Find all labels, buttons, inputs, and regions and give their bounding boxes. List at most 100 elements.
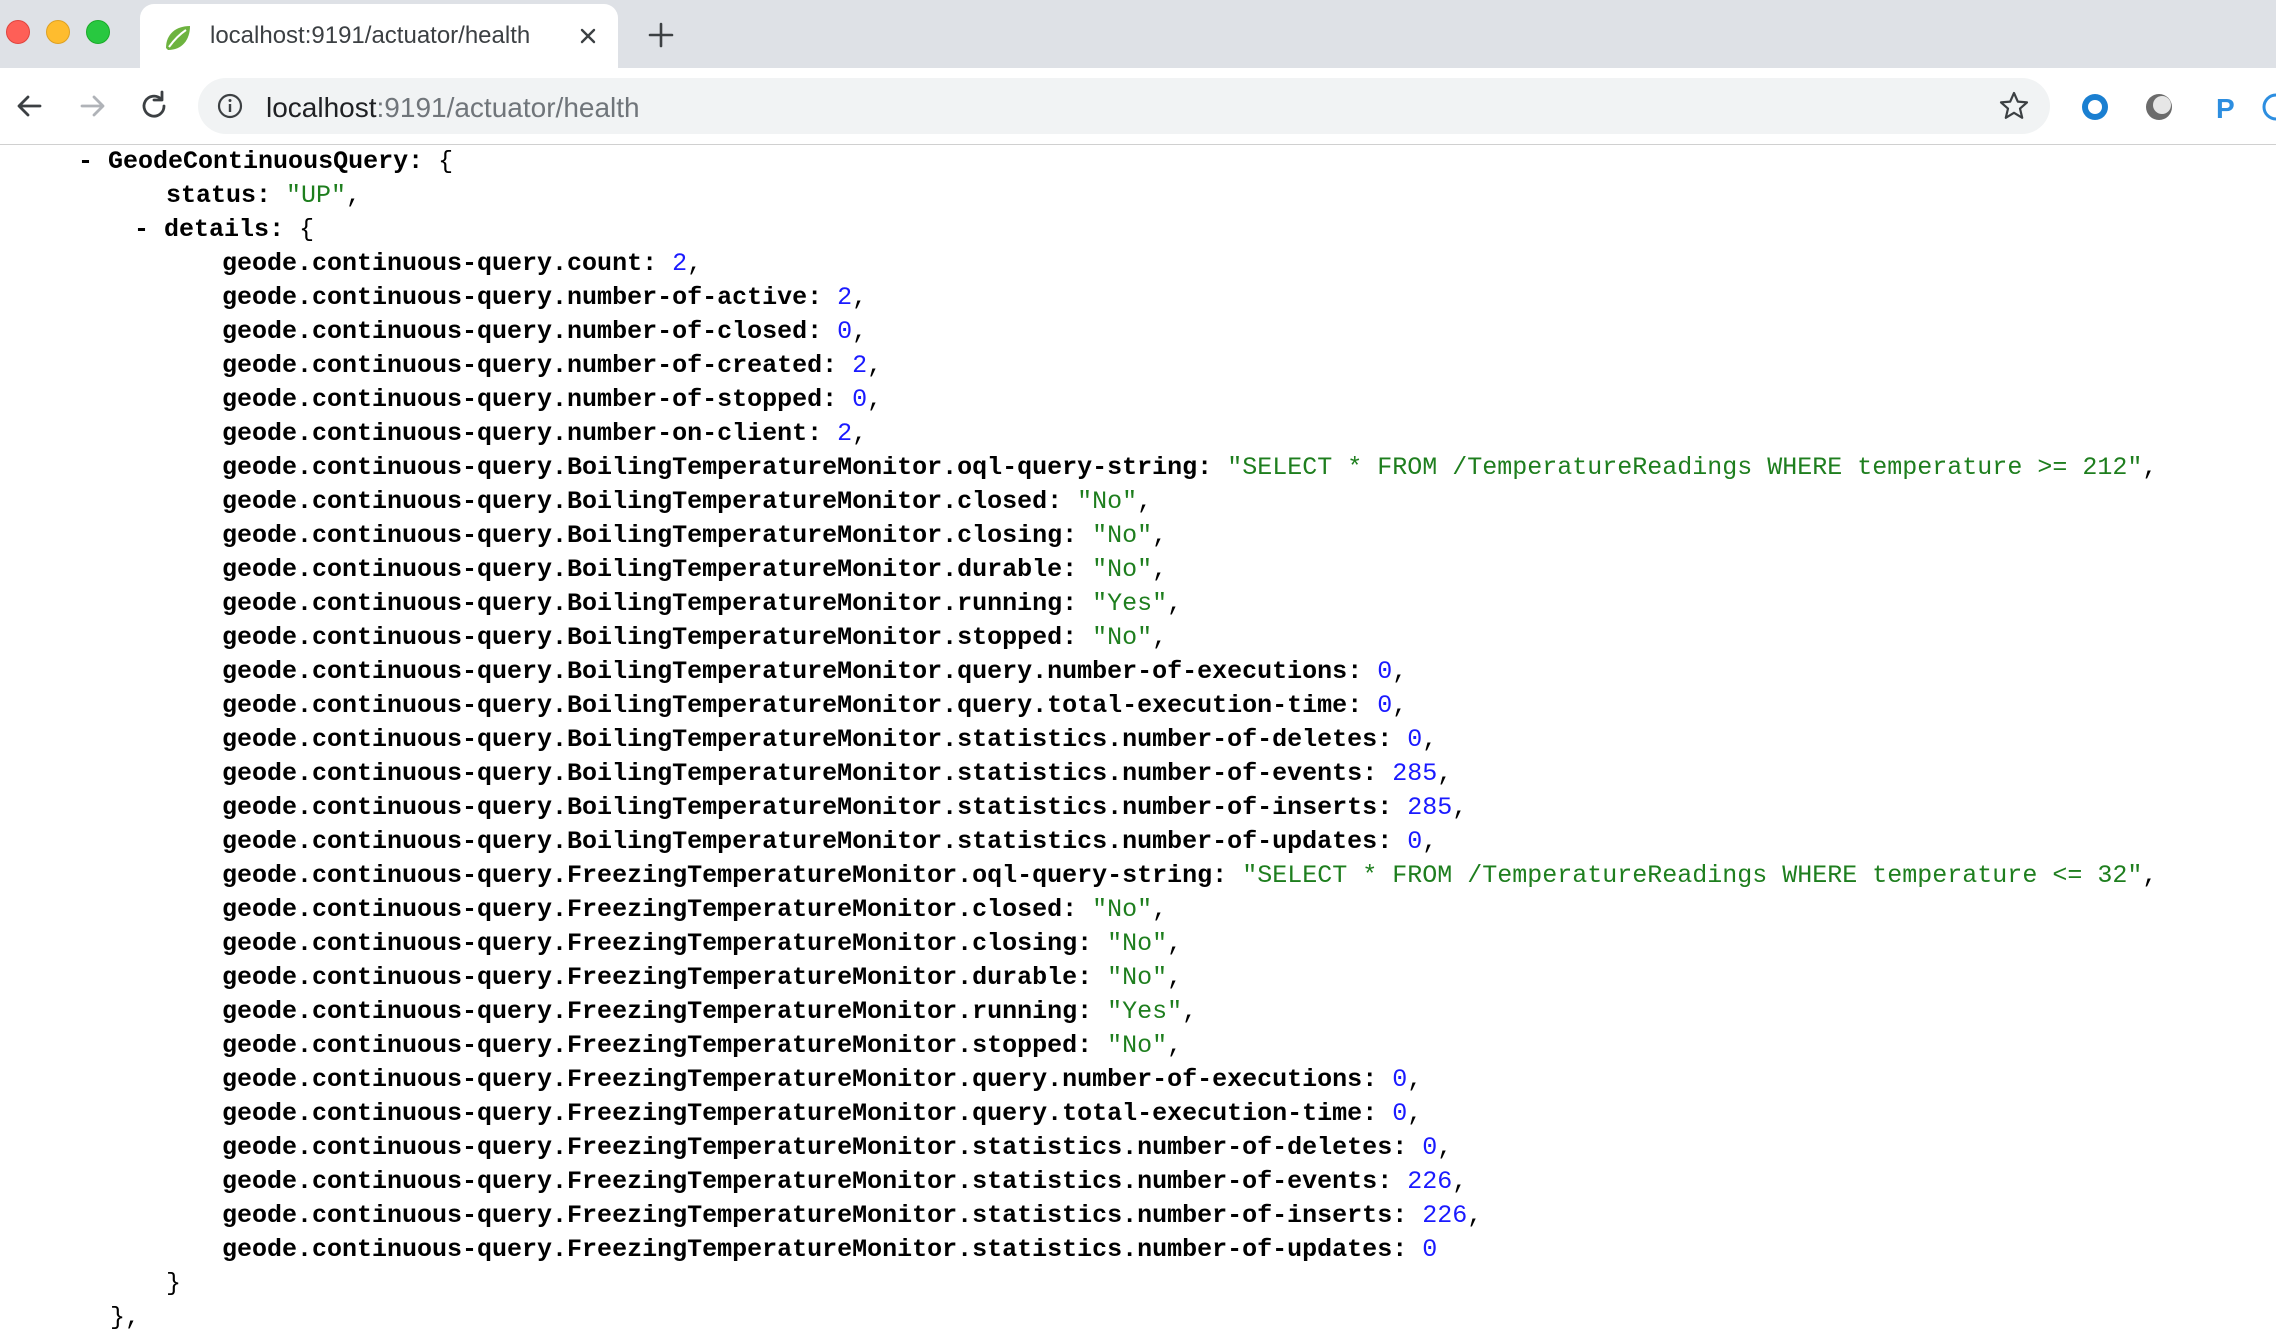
json-entry-key: geode.continuous-query.number-of-closed [222, 317, 808, 346]
json-close-node: }, [110, 1303, 141, 1332]
collapse-toggle[interactable]: - [134, 215, 149, 244]
json-entry-value: "SELECT * FROM /TemperatureReadings WHER… [1242, 861, 2143, 890]
json-entry: geode.continuous-query.FreezingTemperatu… [222, 895, 1168, 924]
json-entry-key: geode.continuous-query.FreezingTemperatu… [222, 1235, 1393, 1264]
partial-extension-icon[interactable] [2262, 90, 2276, 124]
json-entry-key: geode.continuous-query.BoilingTemperatur… [222, 521, 1063, 550]
json-entry-value: 2 [672, 249, 688, 278]
collapse-toggle[interactable]: - [78, 147, 93, 176]
json-entry-key: geode.continuous-query.BoilingTemperatur… [222, 827, 1378, 856]
json-entry-value: "No" [1092, 623, 1153, 652]
json-entry-value: 226 [1422, 1201, 1468, 1230]
json-entry: geode.continuous-query.FreezingTemperatu… [222, 1167, 1468, 1196]
json-entry: geode.continuous-query.FreezingTemperatu… [222, 1099, 1423, 1128]
json-node-key: GeodeContinuousQuery [108, 147, 409, 176]
json-entry-value: 0 [1377, 691, 1393, 720]
json-entry-value: "No" [1107, 1031, 1168, 1060]
json-entry: geode.continuous-query.BoilingTemperatur… [222, 793, 1468, 822]
json-entry-key: geode.continuous-query.count [222, 249, 643, 278]
json-entry: geode.continuous-query.BoilingTemperatur… [222, 725, 1438, 754]
json-entry-value: "No" [1107, 929, 1168, 958]
json-entry-key: geode.continuous-query.FreezingTemperatu… [222, 1167, 1378, 1196]
tab-title: localhost:9191/actuator/health [210, 22, 531, 49]
json-entry: geode.continuous-query.BoilingTemperatur… [222, 453, 2158, 482]
json-entry-value: 0 [852, 385, 868, 414]
json-entry: geode.continuous-query.number-on-client:… [222, 419, 868, 448]
json-entry-value: "No" [1092, 555, 1153, 584]
reload-icon[interactable] [136, 88, 172, 124]
json-entry-key: geode.continuous-query.FreezingTemperatu… [222, 895, 1063, 924]
json-entry-key: geode.continuous-query.BoilingTemperatur… [222, 725, 1378, 754]
json-entry: geode.continuous-query.BoilingTemperatur… [222, 487, 1153, 516]
tab-strip: localhost:9191/actuator/health [0, 0, 2276, 68]
json-entry-key: geode.continuous-query.BoilingTemperatur… [222, 657, 1348, 686]
json-entry: geode.continuous-query.FreezingTemperatu… [222, 1201, 1483, 1230]
spring-leaf-icon [166, 26, 190, 50]
json-entry-value: 0 [1422, 1133, 1438, 1162]
plus-icon[interactable] [646, 20, 676, 50]
json-entry: geode.continuous-query.BoilingTemperatur… [222, 521, 1168, 550]
json-entry-value: "Yes" [1092, 589, 1168, 618]
json-entry-value: "No" [1092, 521, 1153, 550]
json-open-brace: { [438, 147, 454, 176]
json-status-value: "UP" [286, 181, 347, 210]
window-maximize-button[interactable] [86, 20, 110, 44]
json-entry-value: "Yes" [1107, 997, 1183, 1026]
json-entry-value: 2 [837, 283, 853, 312]
json-entry-key: geode.continuous-query.BoilingTemperatur… [222, 453, 1198, 482]
window-minimize-button[interactable] [46, 20, 70, 44]
json-entry: geode.continuous-query.number-of-active:… [222, 283, 868, 312]
json-entry-value: "SELECT * FROM /TemperatureReadings WHER… [1227, 453, 2143, 482]
gray-orb-icon[interactable] [2142, 90, 2176, 124]
bookmark-star-icon[interactable] [1998, 90, 2030, 122]
json-entry: geode.continuous-query.FreezingTemperatu… [222, 963, 1183, 992]
json-entry-key: geode.continuous-query.BoilingTemperatur… [222, 487, 1048, 516]
json-entry-key: geode.continuous-query.FreezingTemperatu… [222, 1065, 1363, 1094]
info-icon[interactable] [216, 92, 244, 120]
close-icon[interactable] [574, 22, 602, 50]
circle-ring-icon[interactable] [2078, 90, 2112, 124]
json-entry-value: 0 [1392, 1065, 1408, 1094]
json-viewer: - GeodeContinuousQuery: { status: "UP", … [0, 145, 2276, 1340]
json-entry: geode.continuous-query.FreezingTemperatu… [222, 861, 2158, 890]
json-entry: geode.continuous-query.BoilingTemperatur… [222, 555, 1168, 584]
json-entry-key: geode.continuous-query.FreezingTemperatu… [222, 1133, 1393, 1162]
json-details-key: details [164, 215, 270, 244]
json-entry-value: 2 [837, 419, 853, 448]
forward-arrow-icon[interactable] [74, 88, 110, 124]
json-entry-key: geode.continuous-query.BoilingTemperatur… [222, 555, 1063, 584]
back-arrow-icon[interactable] [12, 88, 48, 124]
json-entry: geode.continuous-query.number-of-closed:… [222, 317, 868, 346]
json-entry-key: geode.continuous-query.number-of-created [222, 351, 823, 380]
json-entry: geode.continuous-query.BoilingTemperatur… [222, 691, 1408, 720]
json-node-header: - GeodeContinuousQuery: { [78, 147, 454, 176]
json-entry-key: geode.continuous-query.FreezingTemperatu… [222, 963, 1078, 992]
url-text[interactable]: localhost:9191/actuator/health [266, 92, 640, 124]
json-entry-value: "No" [1107, 963, 1168, 992]
json-entry: geode.continuous-query.BoilingTemperatur… [222, 759, 1453, 788]
json-entry-key: geode.continuous-query.BoilingTemperatur… [222, 691, 1348, 720]
json-entry: geode.continuous-query.count: 2, [222, 249, 703, 278]
address-bar[interactable]: localhost:9191/actuator/health [198, 78, 2050, 134]
json-entry-value: 285 [1392, 759, 1438, 788]
json-entry-key: geode.continuous-query.FreezingTemperatu… [222, 861, 1213, 890]
p-extension-icon[interactable]: P [2208, 90, 2242, 124]
json-entry: geode.continuous-query.FreezingTemperatu… [222, 1235, 1438, 1264]
active-tab[interactable]: localhost:9191/actuator/health [140, 4, 618, 68]
json-entry-value: 285 [1407, 793, 1453, 822]
json-entry-key: geode.continuous-query.FreezingTemperatu… [222, 1099, 1363, 1128]
json-entry: geode.continuous-query.BoilingTemperatur… [222, 827, 1438, 856]
json-entry-key: geode.continuous-query.FreezingTemperatu… [222, 1201, 1393, 1230]
json-entry: geode.continuous-query.BoilingTemperatur… [222, 623, 1168, 652]
json-details-header: - details: { [134, 215, 315, 244]
json-entry-key: geode.continuous-query.number-on-client [222, 419, 808, 448]
json-entry-key: geode.continuous-query.FreezingTemperatu… [222, 929, 1078, 958]
json-entry-value: 0 [1392, 1099, 1408, 1128]
json-entry: geode.continuous-query.BoilingTemperatur… [222, 657, 1408, 686]
window-close-button[interactable] [6, 20, 30, 44]
json-close-details: } [166, 1269, 182, 1298]
json-entry-key: geode.continuous-query.number-of-active [222, 283, 808, 312]
json-entry: geode.continuous-query.FreezingTemperatu… [222, 929, 1183, 958]
json-status-row: status: "UP", [166, 181, 362, 210]
json-entry-value: 0 [1407, 725, 1423, 754]
